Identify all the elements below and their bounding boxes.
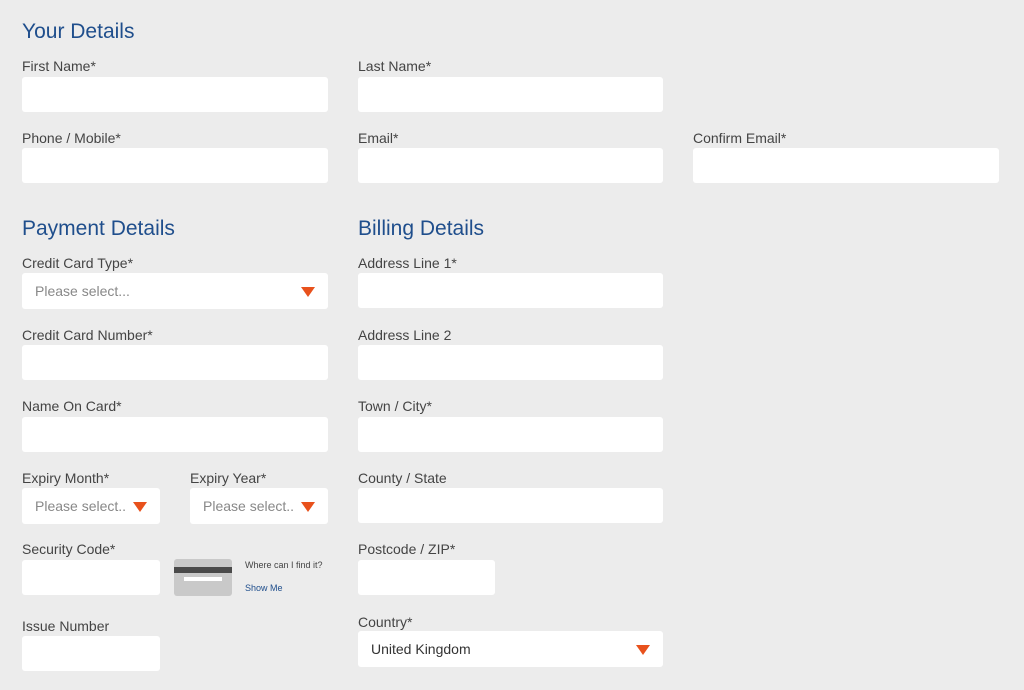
security-code-label: Security Code* xyxy=(22,541,116,557)
card-type-placeholder: Please select... xyxy=(35,283,130,299)
country-select[interactable]: United Kingdom xyxy=(358,631,663,667)
card-type-select[interactable]: Please select... xyxy=(22,273,328,309)
name-on-card-field[interactable] xyxy=(22,417,328,452)
first-name-field[interactable] xyxy=(22,77,328,112)
county-state-label: County / State xyxy=(358,470,447,486)
expiry-month-label: Expiry Month* xyxy=(22,470,110,486)
address-line-1-field[interactable] xyxy=(358,273,663,308)
address-line-1-label: Address Line 1* xyxy=(358,255,457,271)
issue-number-field[interactable] xyxy=(22,636,160,671)
first-name-label: First Name* xyxy=(22,58,96,74)
payment-details-heading: Payment Details xyxy=(22,217,175,240)
card-number-label: Credit Card Number* xyxy=(22,327,153,343)
country-label: Country* xyxy=(358,614,413,630)
address-line-2-label: Address Line 2 xyxy=(358,327,452,343)
last-name-field[interactable] xyxy=(358,77,663,112)
chevron-down-icon xyxy=(301,287,315,297)
card-type-label: Credit Card Type* xyxy=(22,255,134,271)
show-me-link[interactable]: Show Me xyxy=(245,583,283,594)
card-number-field[interactable] xyxy=(22,345,328,380)
confirm-email-label: Confirm Email* xyxy=(693,130,787,146)
postcode-label: Postcode / ZIP* xyxy=(358,541,456,557)
town-city-label: Town / City* xyxy=(358,398,432,414)
security-code-field[interactable] xyxy=(22,560,160,595)
confirm-email-field[interactable] xyxy=(693,148,999,183)
email-label: Email* xyxy=(358,130,399,146)
phone-field[interactable] xyxy=(22,148,328,183)
phone-label: Phone / Mobile* xyxy=(22,130,121,146)
chevron-down-icon xyxy=(133,502,147,512)
billing-details-heading: Billing Details xyxy=(358,217,485,240)
town-city-field[interactable] xyxy=(358,417,663,452)
expiry-year-label: Expiry Year* xyxy=(190,470,267,486)
chevron-down-icon xyxy=(301,502,315,512)
expiry-year-placeholder: Please select... xyxy=(203,498,294,514)
credit-card-icon xyxy=(174,559,232,596)
expiry-month-select[interactable]: Please select... xyxy=(22,488,160,524)
where-find-text: Where can I find it? xyxy=(245,560,323,570)
county-state-field[interactable] xyxy=(358,488,663,523)
chevron-down-icon xyxy=(636,645,650,655)
postcode-field[interactable] xyxy=(358,560,495,595)
issue-number-label: Issue Number xyxy=(22,618,110,634)
last-name-label: Last Name* xyxy=(358,58,432,74)
name-on-card-label: Name On Card* xyxy=(22,398,122,414)
your-details-heading: Your Details xyxy=(22,20,135,43)
country-value: United Kingdom xyxy=(371,641,471,657)
email-field[interactable] xyxy=(358,148,663,183)
expiry-year-select[interactable]: Please select... xyxy=(190,488,328,524)
expiry-month-placeholder: Please select... xyxy=(35,498,126,514)
address-line-2-field[interactable] xyxy=(358,345,663,380)
